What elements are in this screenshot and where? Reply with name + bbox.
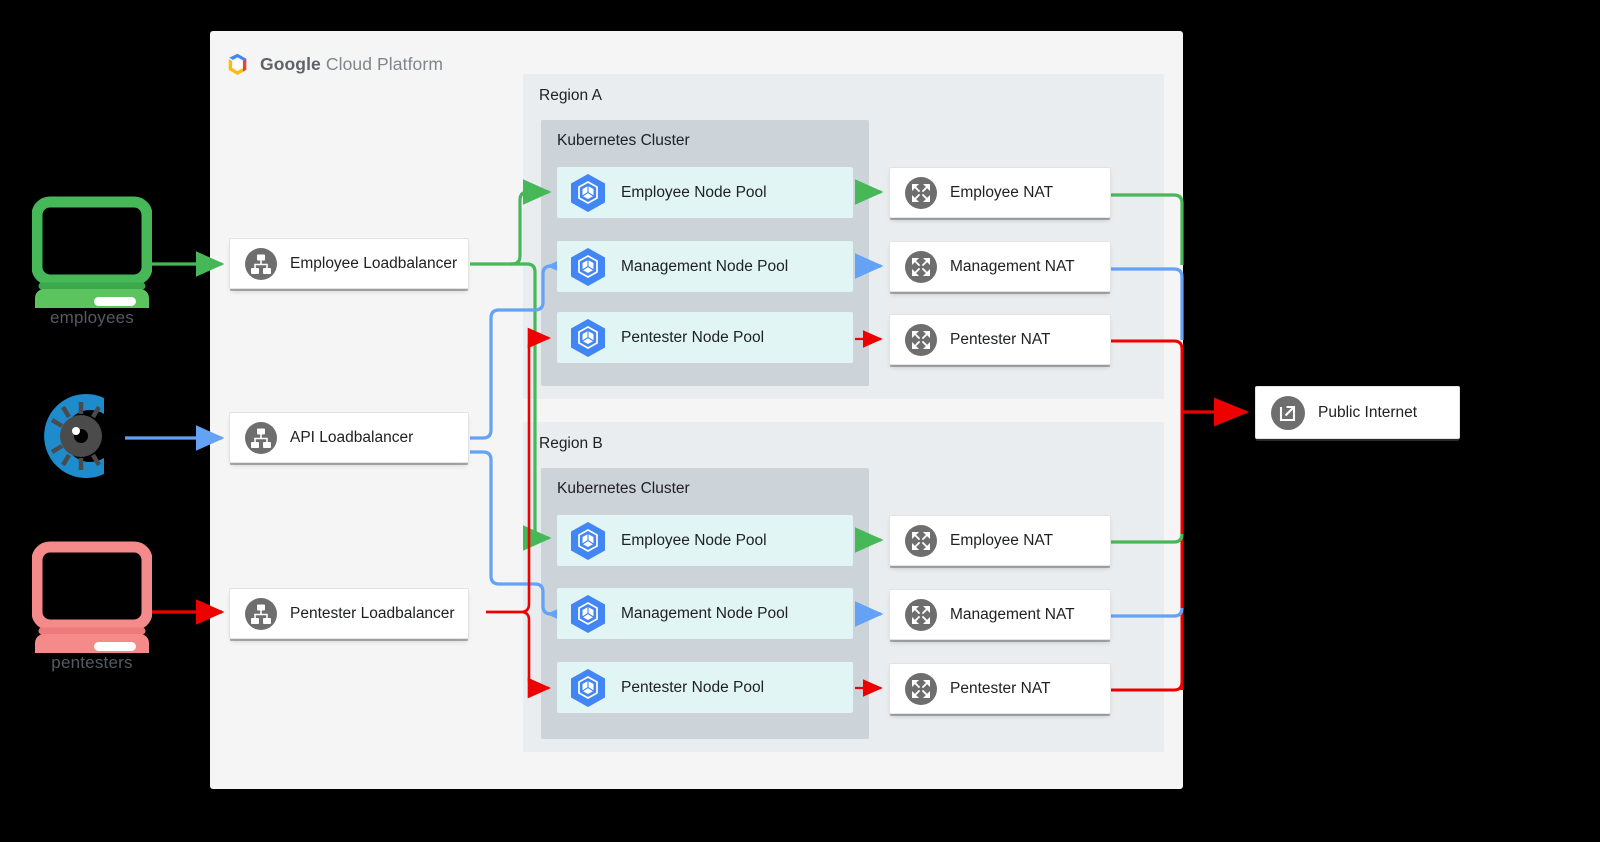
pentester-loadbalancer-label: Pentester Loadbalancer (290, 604, 455, 622)
nat-expand-icon (904, 176, 938, 210)
region-a-pentester-node-pool[interactable]: Pentester Node Pool (557, 312, 853, 363)
public-internet-label: Public Internet (1318, 403, 1418, 421)
kubernetes-icon (569, 521, 607, 561)
public-internet-node[interactable]: Public Internet (1255, 386, 1460, 439)
nat-expand-icon (904, 323, 938, 357)
employee-loadbalancer-label: Employee Loadbalancer (290, 254, 458, 272)
region-a-employee-node-pool-label: Employee Node Pool (621, 183, 767, 201)
region-a-employee-nat[interactable]: Employee NAT (889, 167, 1111, 218)
region-b-employee-nat[interactable]: Employee NAT (889, 515, 1111, 566)
loadbalancer-icon (244, 421, 278, 455)
gcp-brand-header: Google Cloud Platform (224, 48, 443, 80)
endpoint-employees (31, 196, 153, 319)
nat-expand-icon (904, 250, 938, 284)
region-b-employee-node-pool-label: Employee Node Pool (621, 531, 767, 549)
api-loadbalancer-label: API Loadbalancer (290, 428, 414, 446)
region-b-pentester-nat-label: Pentester NAT (950, 679, 1051, 697)
region-b-pentester-nat[interactable]: Pentester NAT (889, 663, 1111, 714)
region-a-employee-node-pool[interactable]: Employee Node Pool (557, 167, 853, 218)
region-a-label: Region A (539, 87, 602, 104)
region-a-pentester-node-pool-label: Pentester Node Pool (621, 328, 765, 346)
region-a-pentester-nat[interactable]: Pentester NAT (889, 314, 1111, 365)
desktop-computer-icon (31, 196, 153, 319)
region-a-pentester-nat-label: Pentester NAT (950, 330, 1051, 348)
endpoint-api (32, 386, 152, 491)
region-a-management-node-pool-label: Management Node Pool (621, 257, 789, 275)
employee-loadbalancer-node[interactable]: Employee Loadbalancer (229, 238, 469, 289)
gcp-brand-cloud-platform: Cloud Platform (320, 53, 443, 74)
desktop-computer-icon (31, 541, 153, 664)
endpoint-pentesters-caption: pentesters (51, 653, 133, 672)
kubernetes-icon (569, 668, 607, 708)
region-b-employee-node-pool[interactable]: Employee Node Pool (557, 515, 853, 566)
region-b-management-nat[interactable]: Management NAT (889, 589, 1111, 640)
region-b-pentester-node-pool[interactable]: Pentester Node Pool (557, 662, 853, 713)
region-b-management-nat-label: Management NAT (950, 605, 1075, 623)
kubernetes-icon (569, 594, 607, 634)
loadbalancer-icon (244, 597, 278, 631)
region-b-cluster-label: Kubernetes Cluster (557, 480, 690, 497)
region-b-employee-nat-label: Employee NAT (950, 531, 1054, 549)
diagram-canvas: Google Cloud Platform Region A Kubernete… (0, 0, 1600, 842)
kubernetes-icon (569, 247, 607, 287)
region-b-pentester-node-pool-label: Pentester Node Pool (621, 678, 765, 696)
kubernetes-icon (569, 173, 607, 213)
external-link-icon (1270, 395, 1306, 431)
region-a-employee-nat-label: Employee NAT (950, 183, 1054, 201)
endpoint-employees-caption: employees (49, 308, 134, 327)
region-b-management-node-pool-label: Management Node Pool (621, 604, 789, 622)
region-b-management-node-pool[interactable]: Management Node Pool (557, 588, 853, 639)
region-a-management-nat[interactable]: Management NAT (889, 241, 1111, 292)
gcp-brand-google: Google (260, 53, 321, 74)
region-a-cluster-label: Kubernetes Cluster (557, 132, 690, 149)
region-b-label: Region B (539, 435, 603, 452)
gcp-brand-title: Google Cloud Platform (260, 54, 443, 75)
nat-expand-icon (904, 524, 938, 558)
kubernetes-icon (569, 318, 607, 358)
loadbalancer-icon (244, 247, 278, 281)
endpoint-pentesters (31, 541, 153, 664)
google-cloud-logo-icon (224, 51, 251, 78)
nat-expand-icon (904, 598, 938, 632)
pentester-loadbalancer-node[interactable]: Pentester Loadbalancer (229, 588, 469, 639)
nat-expand-icon (904, 672, 938, 706)
region-a-management-nat-label: Management NAT (950, 257, 1075, 275)
api-loadbalancer-node[interactable]: API Loadbalancer (229, 412, 469, 463)
api-gear-icon (44, 394, 104, 478)
region-a-management-node-pool[interactable]: Management Node Pool (557, 241, 853, 292)
